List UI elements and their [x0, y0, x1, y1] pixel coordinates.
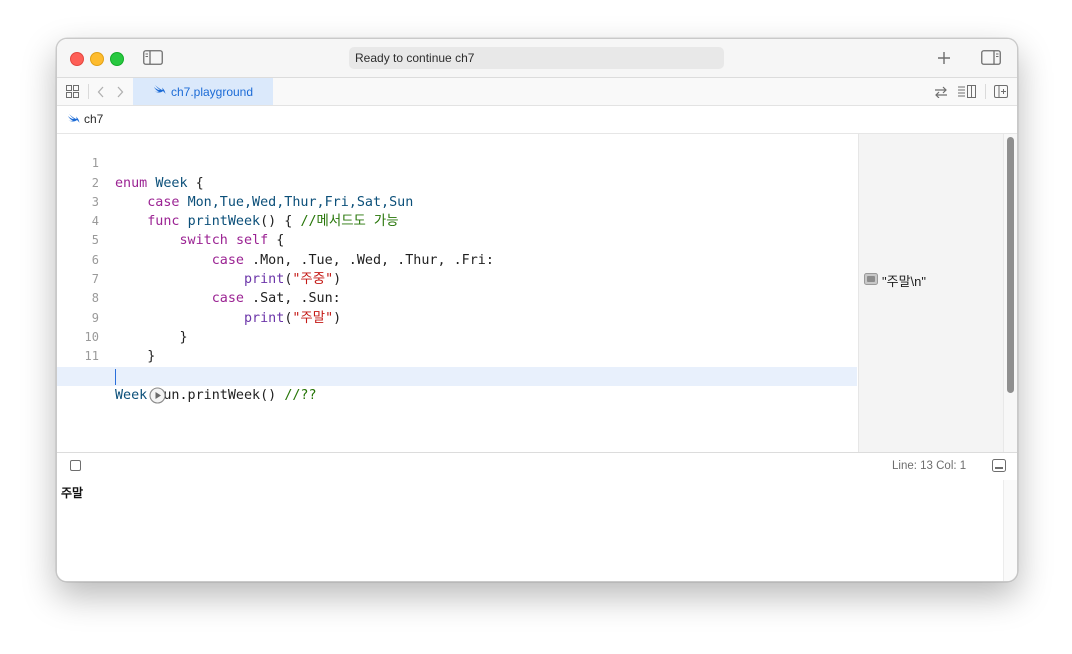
swift-icon	[153, 84, 166, 99]
editor-scrollbar[interactable]	[1003, 134, 1017, 452]
tab-bar: ch7.playground	[57, 78, 1017, 106]
close-window-button[interactable]	[70, 52, 84, 66]
editor-options-icon[interactable]	[956, 84, 978, 99]
results-sidebar: "주말\n"	[858, 134, 1004, 452]
run-play-icon[interactable]	[84, 368, 166, 430]
code-line: 10 }	[57, 309, 857, 364]
code-comment: //??	[284, 387, 317, 403]
toolbar-divider	[88, 84, 89, 99]
code-line: 11 }	[57, 328, 857, 383]
tab-ch7-playground[interactable]: ch7.playground	[133, 78, 273, 105]
code-line: 4 switch self {	[57, 193, 857, 248]
code-line: 9 }	[57, 289, 857, 345]
breadcrumb-ch7[interactable]: ch7	[84, 112, 103, 126]
code-token: .Sun.printWeek()	[147, 387, 285, 403]
title-bar: Ready to continue ch7	[57, 39, 1017, 78]
cursor-position: Line: 13 Col: 1	[892, 460, 967, 472]
result-row[interactable]: "주말\n"	[864, 271, 926, 290]
add-icon[interactable]	[935, 49, 953, 67]
add-editor-icon[interactable]	[993, 84, 1009, 99]
code-line: 8 print("주말")	[57, 270, 857, 325]
code-line: 6 print("주중")	[57, 232, 857, 287]
console-scrollbar[interactable]	[1003, 480, 1017, 581]
swap-icon[interactable]	[933, 84, 949, 99]
console-output-text: 주말	[61, 486, 84, 500]
debug-bar: Line: 13 Col: 1	[57, 452, 1017, 481]
minimize-window-button[interactable]	[90, 52, 104, 66]
console-output-area[interactable]: 주말	[57, 480, 1003, 581]
grid-icon[interactable]	[65, 84, 79, 98]
code-line: 5 case .Mon, .Tue, .Wed, .Thur, .Fri:	[57, 212, 857, 267]
code-line: 3 func printWeek() { //메서드도 가능	[57, 174, 857, 229]
inspector-toggle-icon[interactable]	[981, 49, 1001, 65]
tab-label: ch7.playground	[170, 84, 254, 99]
text-cursor	[115, 368, 117, 385]
show-debug-area-checkbox[interactable]	[70, 460, 81, 471]
quick-look-icon[interactable]	[864, 273, 878, 288]
chevron-left-icon[interactable]	[95, 84, 107, 99]
hide-debug-area-icon[interactable]	[992, 459, 1006, 477]
scrollbar-thumb[interactable]	[1007, 137, 1014, 393]
code-line: 2 case Mon,Tue,Wed,Thur,Fri,Sat,Sun	[57, 154, 857, 210]
code-line: 12 Week.Sun.printWeek() //??	[57, 347, 857, 403]
sidebar-toggle-icon[interactable]	[143, 49, 163, 65]
toolbar-divider	[985, 84, 986, 99]
swift-icon	[67, 113, 80, 128]
active-code-line[interactable]	[57, 366, 857, 404]
code-editor[interactable]: 1 enum Week { 2 case Mon,Tue,Wed,Thur,Fr…	[57, 134, 857, 452]
zoom-window-button[interactable]	[110, 52, 124, 66]
code-line: 1 enum Week {	[57, 135, 857, 190]
result-value: "주말\n"	[882, 274, 926, 289]
activity-status-field: Ready to continue ch7	[349, 47, 724, 69]
playground-window: Ready to continue ch7 ch7.playground ch7…	[56, 38, 1018, 582]
jump-bar: ch7	[57, 106, 1017, 134]
code-line: 7 case .Sat, .Sun:	[57, 251, 857, 306]
chevron-right-icon[interactable]	[114, 84, 126, 99]
